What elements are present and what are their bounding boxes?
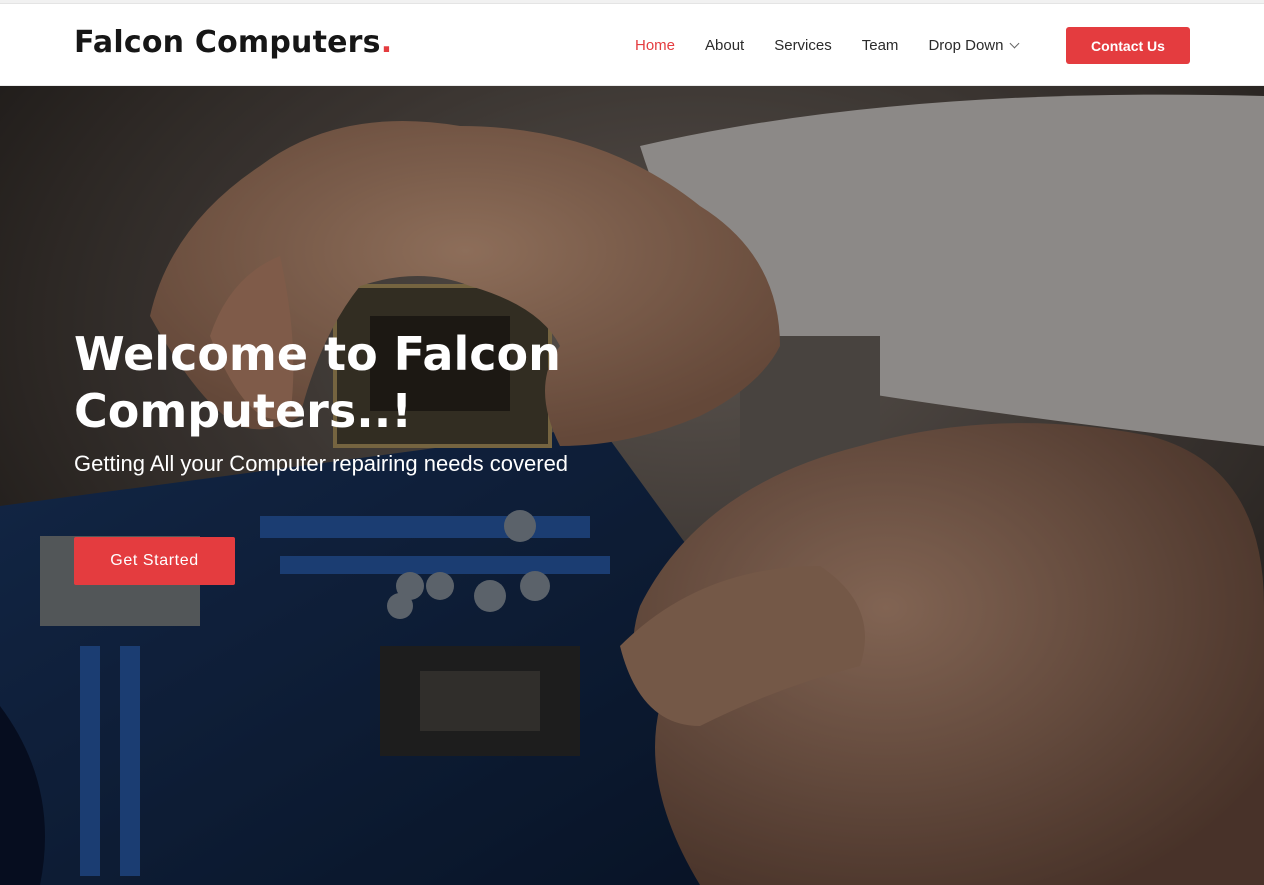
- nav-label-services: Services: [774, 36, 832, 54]
- nav-item-team[interactable]: Team: [862, 37, 899, 54]
- contact-us-button[interactable]: Contact Us: [1066, 27, 1190, 64]
- hero-section: Welcome to Falcon Computers..! Getting A…: [0, 86, 1264, 885]
- get-started-label: Get Started: [110, 552, 199, 569]
- nav-item-services[interactable]: Services: [774, 37, 832, 54]
- nav-item-home[interactable]: Home: [635, 37, 675, 54]
- logo-text: Falcon Computers: [74, 25, 381, 60]
- logo-dot: .: [380, 25, 393, 60]
- nav-label-about: About: [705, 36, 745, 54]
- hero-title: Welcome to Falcon Computers..!: [74, 327, 561, 438]
- get-started-button[interactable]: Get Started: [74, 537, 235, 585]
- main-nav: Home About Services Team Drop Down: [620, 4, 1033, 86]
- nav-label-team: Team: [861, 36, 899, 54]
- chevron-down-icon: [1010, 38, 1020, 48]
- nav-label-dropdown: Drop Down: [928, 36, 1004, 54]
- hero-subtitle: Getting All your Computer repairing need…: [74, 451, 569, 476]
- nav-item-about[interactable]: About: [705, 37, 744, 54]
- hero-overlay: [0, 86, 1264, 885]
- nav-item-dropdown[interactable]: Drop Down: [928, 36, 1020, 54]
- contact-us-label: Contact Us: [1091, 37, 1165, 54]
- site-header: Falcon Computers. Home About Services Te…: [0, 4, 1264, 86]
- site-logo[interactable]: Falcon Computers.: [74, 25, 392, 60]
- nav-label-home: Home: [635, 36, 676, 54]
